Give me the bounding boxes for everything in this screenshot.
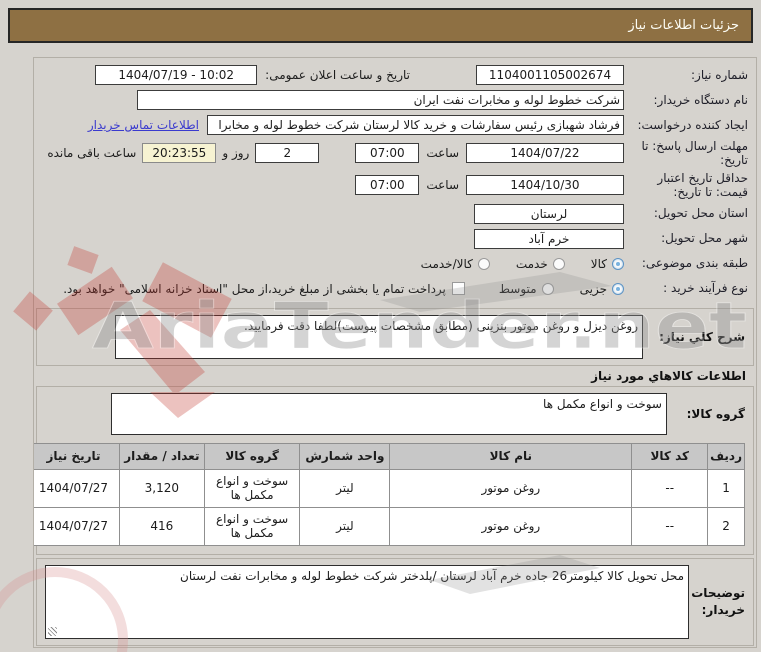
general-info-section: شماره نیاز: 1104001105002674 تاریخ و ساع… xyxy=(34,58,756,305)
radio-service-label: خدمت xyxy=(515,256,548,271)
creator-field[interactable]: فرشاد شهبازی رئیس سفارشات و خرید کالا لر… xyxy=(207,115,624,135)
description-section: شرح کلي نیاز: روغن دیزل و روغن موتور بنز… xyxy=(36,307,754,366)
resize-grip[interactable] xyxy=(48,626,57,636)
row-classification: طبقه بندی موضوعی: کالا خدمت کالا/خدمت xyxy=(38,253,748,275)
remaining-label: ساعت باقی مانده xyxy=(47,146,137,161)
row-city: شهر محل تحویل: خرم آباد xyxy=(38,228,748,250)
validity-date-field[interactable]: 1404/10/30 xyxy=(466,175,624,196)
cell-row: 1 xyxy=(707,468,745,508)
col-qty: تعداد / مقدار xyxy=(118,442,205,470)
goods-table: ردیف کد کالا نام کالا واحد شمارش گروه کا… xyxy=(34,442,745,546)
col-code: کد کالا xyxy=(631,442,709,470)
buyer-contact-link[interactable]: اطلاعات تماس خریدار xyxy=(88,118,199,132)
radio-goods[interactable] xyxy=(612,257,624,270)
radio-goods-service-label: کالا/خدمت xyxy=(420,256,473,271)
cell-date: 1404/07/27 xyxy=(34,506,120,546)
goods-section: گروه کالا: سوخت و انواع مکمل ها ردیف کد … xyxy=(34,385,754,555)
col-name: نام کالا xyxy=(389,442,633,470)
row-buyer-org: نام دستگاه خریدار: شرکت خطوط لوله و مخاب… xyxy=(38,89,748,111)
row-province: استان محل تحویل: لرستان xyxy=(38,203,748,225)
radio-medium[interactable] xyxy=(541,282,554,295)
classification-label: طبقه بندی موضوعی: xyxy=(641,256,748,271)
treasury-checkbox[interactable] xyxy=(451,282,465,296)
city-label: شهر محل تحویل: xyxy=(661,231,748,246)
countdown-timer: 20:23:55 xyxy=(142,143,217,164)
page-title: جزئیات اطلاعات نیاز xyxy=(8,8,753,43)
creator-label: ایجاد کننده درخواست: xyxy=(637,117,748,132)
cell-group: سوخت و انواع مکمل ها xyxy=(203,506,301,546)
radio-service[interactable] xyxy=(552,257,565,270)
description-label: شرح کلي نیاز: xyxy=(659,329,745,344)
buyer-notes-textarea[interactable]: محل تحویل کالا کیلومتر26 جاده خرم آباد ل… xyxy=(45,564,689,639)
buyer-notes-section: توضیحات خریدار: محل تحویل کالا کیلومتر26… xyxy=(36,557,754,646)
cell-code: -- xyxy=(631,506,709,546)
process-label: نوع فرآیند خرید : xyxy=(663,281,748,296)
radio-partial-label: جزیی xyxy=(579,281,607,296)
radio-partial[interactable] xyxy=(612,282,624,295)
deadline-hour-label: ساعت xyxy=(426,146,459,161)
col-unit: واحد شمارش xyxy=(299,442,391,470)
cell-unit: لیتر xyxy=(299,506,391,546)
row-goods-group: گروه کالا: سوخت و انواع مکمل ها xyxy=(45,392,745,435)
buyer-org-field[interactable]: شرکت خطوط لوله و مخابرات نفت ایران xyxy=(137,90,624,110)
row-deadline: مهلت ارسال پاسخ: تا تاریخ: 1404/07/22 سا… xyxy=(38,139,748,168)
row-need-number: شماره نیاز: 1104001105002674 تاریخ و ساع… xyxy=(38,64,748,86)
goods-table-header-row: ردیف کد کالا نام کالا واحد شمارش گروه کا… xyxy=(34,442,745,470)
validity-time-field[interactable]: 07:00 xyxy=(355,175,420,196)
details-panel: شماره نیاز: 1104001105002674 تاریخ و ساع… xyxy=(33,57,757,648)
goods-group-label: گروه کالا: xyxy=(686,406,745,421)
radio-medium-label: متوسط xyxy=(498,281,537,296)
announce-datetime-field[interactable]: 1404/07/19 - 10:02 xyxy=(95,65,258,85)
validity-label: حداقل تاریخ اعتبار قیمت: تا تاریخ: xyxy=(657,170,748,200)
buyer-notes-text: محل تحویل کالا کیلومتر26 جاده خرم آباد ل… xyxy=(180,568,684,583)
col-date: تاریخ نیاز xyxy=(34,442,120,470)
buyer-notes-label: توضیحات خریدار: xyxy=(691,586,745,617)
need-number-field[interactable]: 1104001105002674 xyxy=(476,65,624,85)
validity-hour-label: ساعت xyxy=(426,178,459,193)
description-textarea[interactable]: روغن دیزل و روغن موتور بنزینی (مطابق مشخ… xyxy=(115,314,643,359)
goods-section-heading: اطلاعات کالاهاي مورد نیاز xyxy=(591,368,746,383)
cell-name: روغن موتور xyxy=(389,468,633,508)
deadline-label: مهلت ارسال پاسخ: تا تاریخ: xyxy=(641,139,748,168)
treasury-note: پرداخت تمام یا بخشی از مبلغ خرید،از محل … xyxy=(63,281,446,296)
radio-goods-label: کالا xyxy=(590,256,607,271)
days-remaining-field: 2 xyxy=(255,143,320,164)
col-group: گروه کالا xyxy=(203,442,301,470)
cell-date: 1404/07/27 xyxy=(34,468,120,508)
days-label: روز و xyxy=(222,146,250,161)
city-field[interactable]: خرم آباد xyxy=(474,228,624,249)
radio-goods-service[interactable] xyxy=(477,257,490,270)
cell-name: روغن موتور xyxy=(389,506,633,546)
province-label: استان محل تحویل: xyxy=(653,206,748,221)
cell-group: سوخت و انواع مکمل ها xyxy=(203,468,301,508)
row-creator: ایجاد کننده درخواست: فرشاد شهبازی رئیس س… xyxy=(38,114,748,136)
cell-unit: لیتر xyxy=(299,468,391,508)
cell-row: 2 xyxy=(707,506,745,546)
deadline-date-field[interactable]: 1404/07/22 xyxy=(466,143,624,164)
table-row: 2 -- روغن موتور لیتر سوخت و انواع مکمل ه… xyxy=(34,506,745,546)
row-process-type: نوع فرآیند خرید : جزیی متوسط پرداخت تمام… xyxy=(38,278,748,300)
announce-label: تاریخ و ساعت اعلان عمومی: xyxy=(265,68,410,82)
cell-code: -- xyxy=(631,468,709,508)
cell-qty: 3,120 xyxy=(118,468,205,508)
province-field[interactable]: لرستان xyxy=(474,203,624,224)
buyer-org-label: نام دستگاه خریدار: xyxy=(653,92,749,107)
tender-details-page: جزئیات اطلاعات نیاز شماره نیاز: 11040011… xyxy=(0,0,761,652)
deadline-time-field[interactable]: 07:00 xyxy=(355,143,420,164)
goods-group-textarea[interactable]: سوخت و انواع مکمل ها xyxy=(111,392,667,435)
col-row: ردیف xyxy=(707,442,745,470)
table-row: 1 -- روغن موتور لیتر سوخت و انواع مکمل ه… xyxy=(34,468,745,508)
cell-qty: 416 xyxy=(118,506,205,546)
row-price-validity: حداقل تاریخ اعتبار قیمت: تا تاریخ: 1404/… xyxy=(38,171,748,200)
need-number-label: شماره نیاز: xyxy=(691,67,748,82)
